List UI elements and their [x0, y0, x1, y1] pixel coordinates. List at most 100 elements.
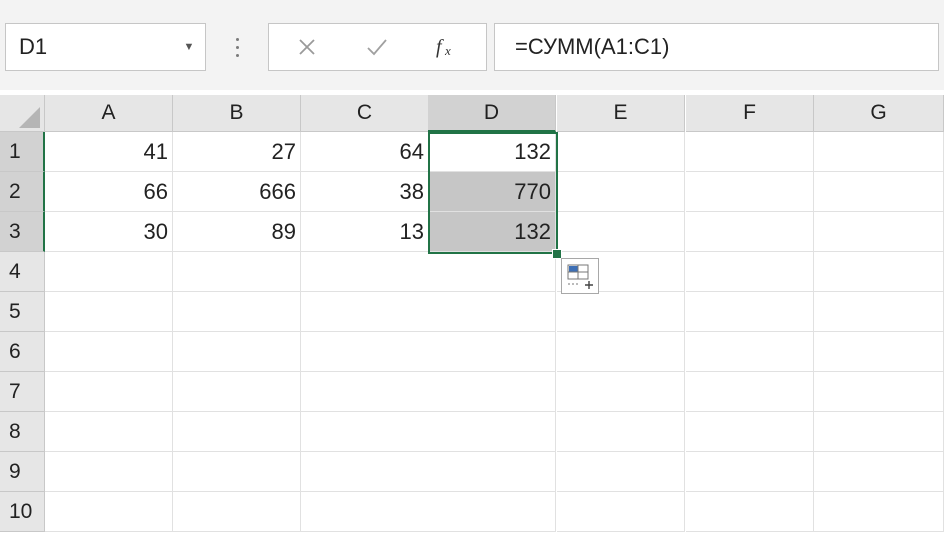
cell-c4[interactable]	[301, 252, 429, 292]
row-header-10[interactable]: 10	[0, 492, 45, 532]
cell-a10[interactable]	[45, 492, 173, 532]
cell-b1[interactable]: 27	[173, 132, 301, 172]
cell-b5[interactable]	[173, 292, 301, 332]
cell-e2[interactable]	[557, 172, 685, 212]
row-header-4[interactable]: 4	[0, 252, 45, 292]
cell-c5[interactable]	[301, 292, 429, 332]
cell-g4[interactable]	[814, 252, 944, 292]
cell-f10[interactable]	[686, 492, 814, 532]
svg-text:x: x	[444, 43, 451, 58]
svg-text:f: f	[436, 36, 444, 58]
row-header-7[interactable]: 7	[0, 372, 45, 412]
formula-input[interactable]: =СУММ(A1:C1)	[494, 23, 939, 71]
cell-e6[interactable]	[557, 332, 685, 372]
cell-g7[interactable]	[814, 372, 944, 412]
cell-b9[interactable]	[173, 452, 301, 492]
cell-g8[interactable]	[814, 412, 944, 452]
cell-g10[interactable]	[814, 492, 944, 532]
cell-a8[interactable]	[45, 412, 173, 452]
cell-g3[interactable]	[814, 212, 944, 252]
cell-a2[interactable]: 66	[45, 172, 173, 212]
checkmark-icon[interactable]	[357, 31, 397, 63]
more-options-icon[interactable]	[227, 34, 247, 62]
cell-f7[interactable]	[686, 372, 814, 412]
cell-e8[interactable]	[557, 412, 685, 452]
cell-b2[interactable]: 666	[173, 172, 301, 212]
cell-g1[interactable]	[814, 132, 944, 172]
cell-f6[interactable]	[686, 332, 814, 372]
cell-f5[interactable]	[686, 292, 814, 332]
cell-a3[interactable]: 30	[45, 212, 173, 252]
cell-d6[interactable]	[428, 332, 556, 372]
cell-c6[interactable]	[301, 332, 429, 372]
cell-a4[interactable]	[45, 252, 173, 292]
cell-g5[interactable]	[814, 292, 944, 332]
row-header-1[interactable]: 1	[0, 132, 45, 172]
cell-b6[interactable]	[173, 332, 301, 372]
cell-c1[interactable]: 64	[301, 132, 429, 172]
insert-function-icon[interactable]: f x	[427, 31, 467, 63]
cell-d1[interactable]: 132	[428, 132, 556, 172]
chevron-down-icon[interactable]: ▼	[173, 41, 205, 53]
cell-b10[interactable]	[173, 492, 301, 532]
formula-buttons: f x	[268, 23, 487, 71]
cell-e5[interactable]	[557, 292, 685, 332]
cell-b3[interactable]: 89	[173, 212, 301, 252]
cell-a9[interactable]	[45, 452, 173, 492]
row-header-8[interactable]: 8	[0, 412, 45, 452]
cell-g2[interactable]	[814, 172, 944, 212]
cell-b4[interactable]	[173, 252, 301, 292]
cell-a1[interactable]: 41	[45, 132, 173, 172]
cell-e10[interactable]	[557, 492, 685, 532]
cell-a5[interactable]	[45, 292, 173, 332]
cell-f1[interactable]	[686, 132, 814, 172]
cell-e1[interactable]	[557, 132, 685, 172]
column-header-e[interactable]: E	[557, 95, 685, 132]
cell-c3[interactable]: 13	[301, 212, 429, 252]
cell-d7[interactable]	[428, 372, 556, 412]
column-header-a[interactable]: A	[45, 95, 173, 132]
cell-c7[interactable]	[301, 372, 429, 412]
cell-d9[interactable]	[428, 452, 556, 492]
cell-a7[interactable]	[45, 372, 173, 412]
cell-f9[interactable]	[686, 452, 814, 492]
cell-f3[interactable]	[686, 212, 814, 252]
row-header-2[interactable]: 2	[0, 172, 45, 212]
cell-e3[interactable]	[557, 212, 685, 252]
column-header-b[interactable]: B	[173, 95, 301, 132]
cell-d8[interactable]	[428, 412, 556, 452]
row-header-6[interactable]: 6	[0, 332, 45, 372]
select-all-corner[interactable]	[0, 95, 45, 132]
name-box[interactable]: D1 ▼	[5, 23, 206, 71]
cell-c9[interactable]	[301, 452, 429, 492]
row-header-5[interactable]: 5	[0, 292, 45, 332]
cell-d10[interactable]	[428, 492, 556, 532]
quick-analysis-icon[interactable]	[561, 258, 599, 294]
cell-e7[interactable]	[557, 372, 685, 412]
cell-g6[interactable]	[814, 332, 944, 372]
cell-f8[interactable]	[686, 412, 814, 452]
row-header-3[interactable]: 3	[0, 212, 45, 252]
cell-f4[interactable]	[686, 252, 814, 292]
cell-c2[interactable]: 38	[301, 172, 429, 212]
formula-bar-area: D1 ▼ f x =СУММ(A1:C1)	[0, 0, 944, 90]
column-header-c[interactable]: C	[301, 95, 429, 132]
cell-a6[interactable]	[45, 332, 173, 372]
cell-b8[interactable]	[173, 412, 301, 452]
cell-d5[interactable]	[428, 292, 556, 332]
column-header-d[interactable]: D	[428, 95, 556, 132]
cell-b7[interactable]	[173, 372, 301, 412]
column-header-f[interactable]: F	[686, 95, 814, 132]
name-box-value[interactable]: D1	[6, 34, 173, 60]
row-header-9[interactable]: 9	[0, 452, 45, 492]
cell-e9[interactable]	[557, 452, 685, 492]
column-header-g[interactable]: G	[814, 95, 944, 132]
cell-c10[interactable]	[301, 492, 429, 532]
cell-f2[interactable]	[686, 172, 814, 212]
cell-d2[interactable]: 770	[428, 172, 556, 212]
cell-c8[interactable]	[301, 412, 429, 452]
cell-g9[interactable]	[814, 452, 944, 492]
cell-d3[interactable]: 132	[428, 212, 556, 252]
cell-d4[interactable]	[428, 252, 556, 292]
cancel-x-icon[interactable]	[287, 31, 327, 63]
